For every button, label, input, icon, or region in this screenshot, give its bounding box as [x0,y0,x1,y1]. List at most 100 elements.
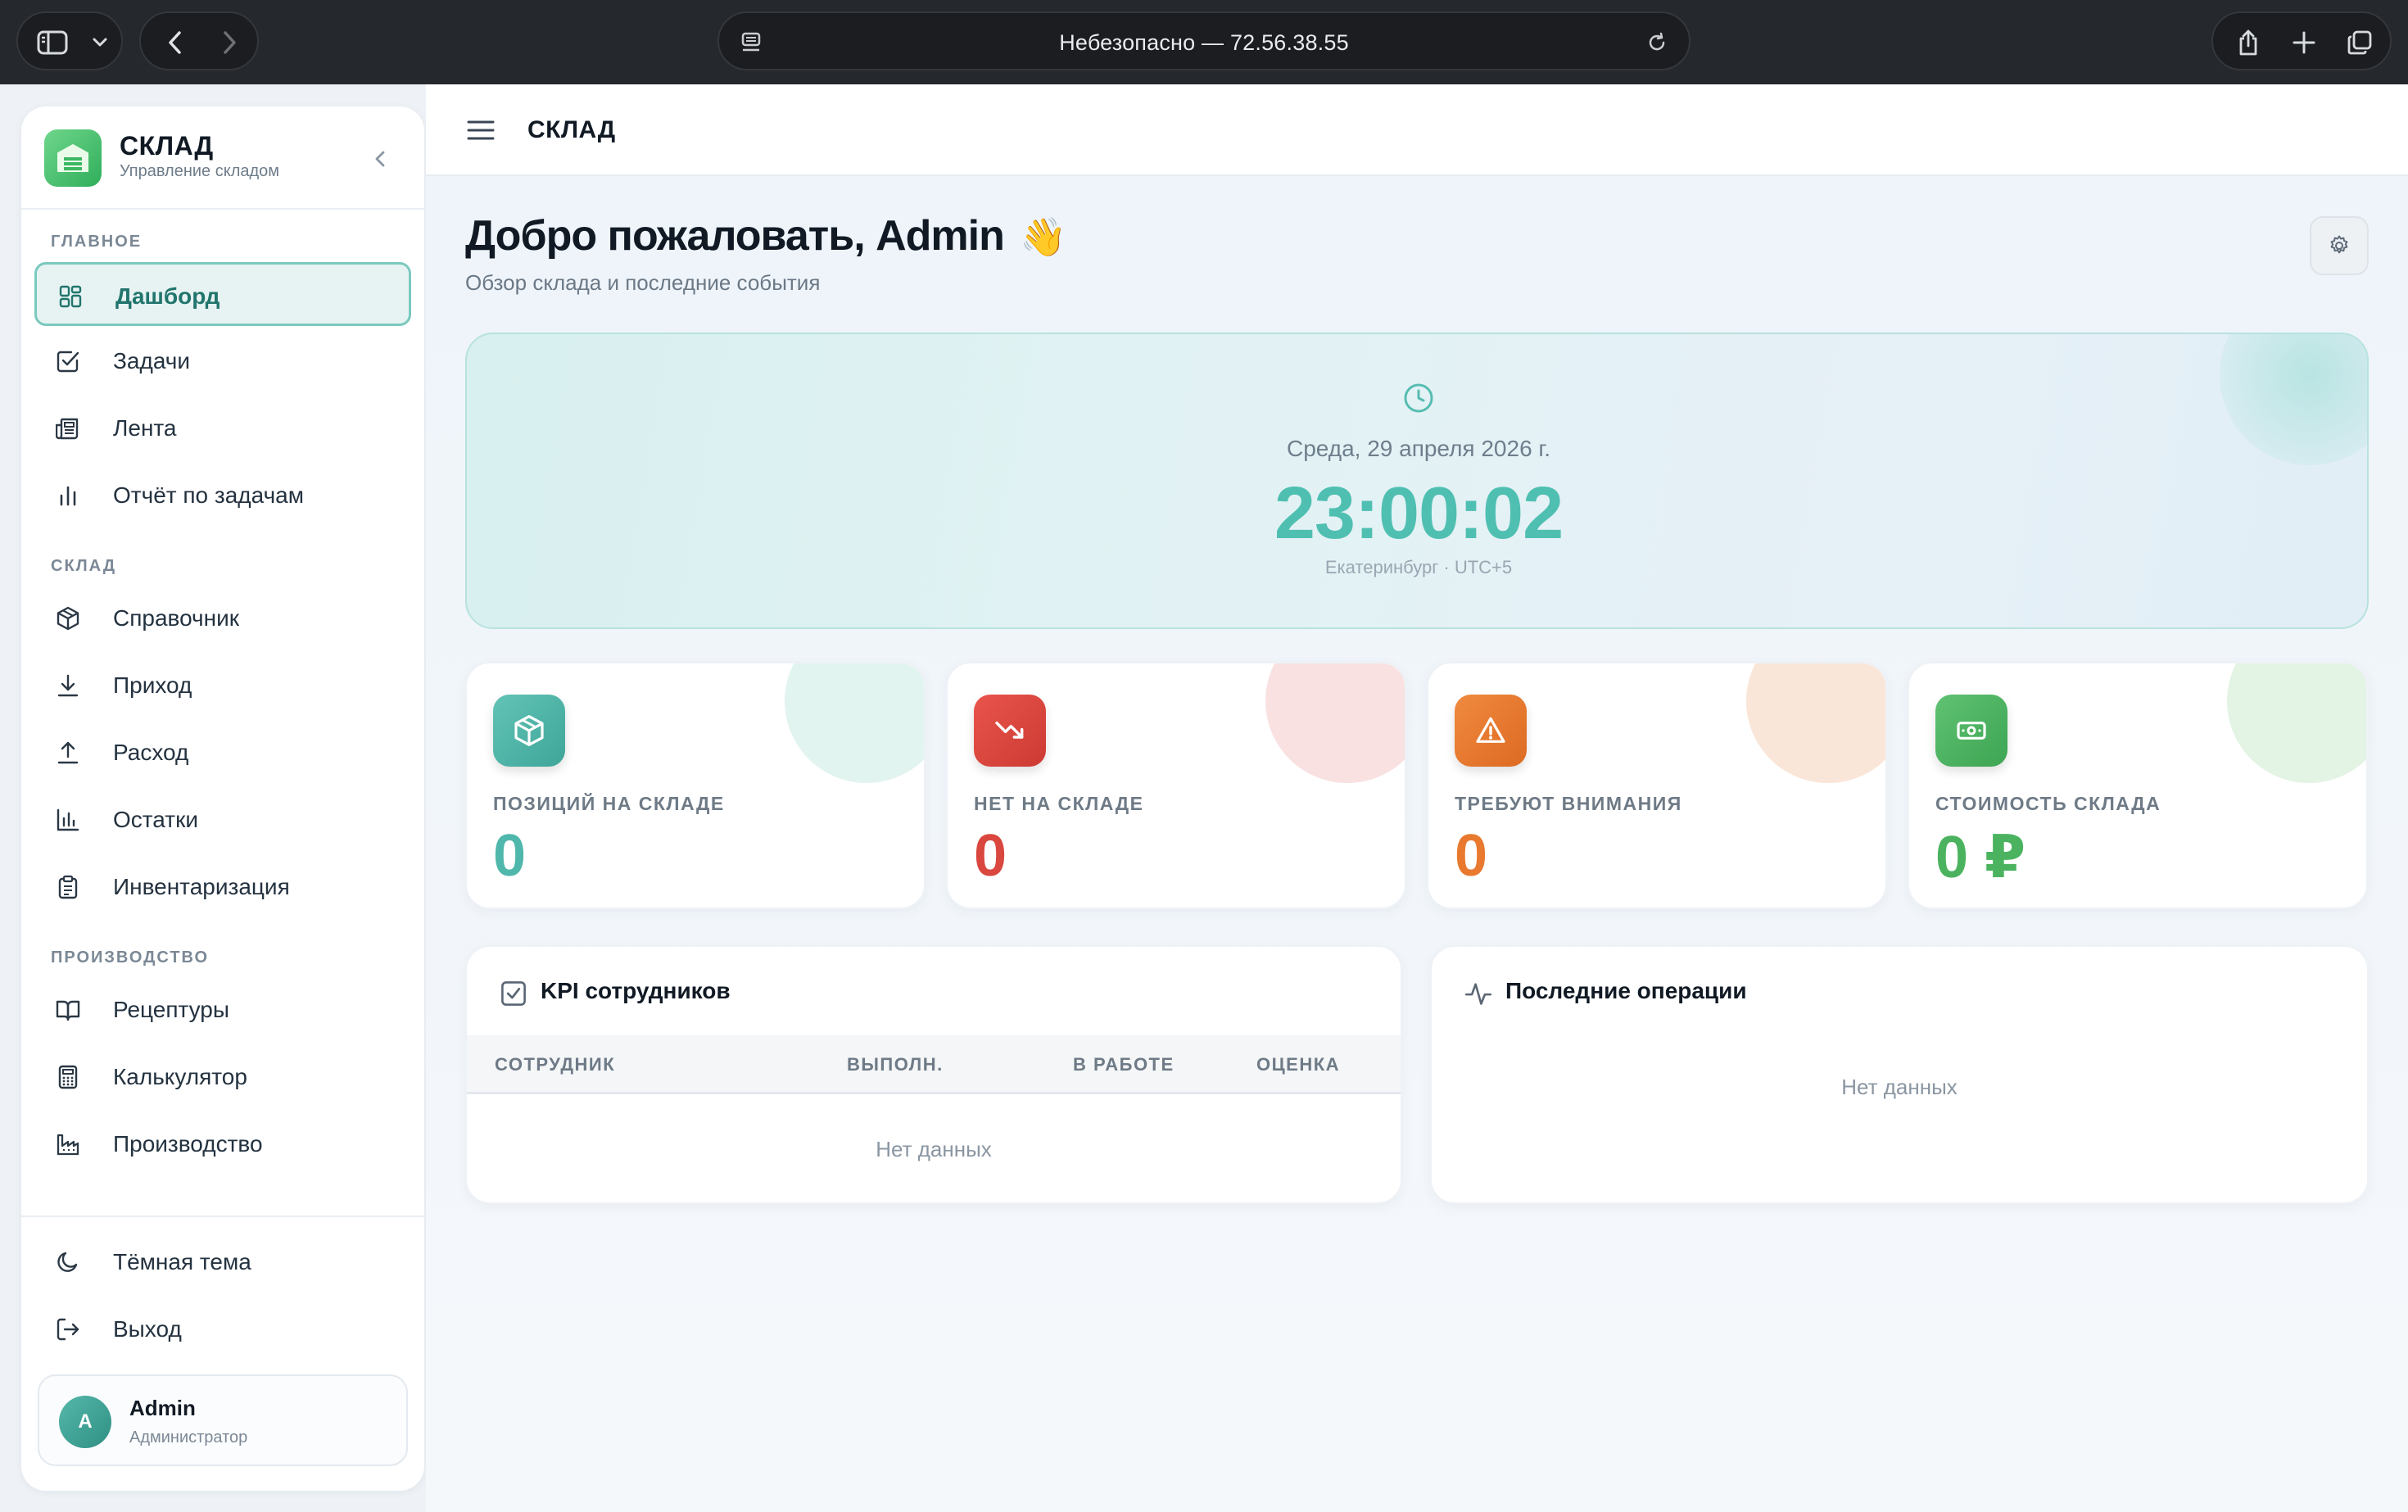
sidebar-item-tasks[interactable]: Задачи [34,329,411,393]
tabs-overview-icon[interactable] [2333,13,2387,72]
page-subtitle: Обзор склада и последние события [465,270,821,295]
clock-icon [1404,383,1433,413]
section-title-warehouse: СКЛАД [51,557,117,575]
operations-empty-state: Нет данных [1841,1075,1958,1099]
clock-timezone: Екатеринбург · UTC+5 [1324,557,1513,577]
sidebar-item-label: Калькулятор [113,1064,247,1089]
sidebar-item-label: Инвентаризация [113,874,290,899]
stat-card-stock-value[interactable]: СТОИМОСТЬ СКЛАДА 0 ₽ [1908,662,2368,909]
checkbox-icon [57,351,79,373]
stat-card-positions[interactable]: ПОЗИЦИЙ НА СКЛАДЕ 0 [465,662,926,909]
right-button-group [2211,11,2392,70]
sidebar-item-income[interactable]: Приход [34,654,411,718]
avatar: A [59,1396,111,1448]
bar-chart-icon [57,808,79,831]
topbar-title: СКЛАД [527,116,616,143]
sidebar-item-inventory[interactable]: Инвентаризация [34,855,411,919]
section-title-main: ГЛАВНОЕ [51,233,143,251]
stat-label: СТОИМОСТЬ СКЛАДА [1935,793,2161,814]
column-header-employee[interactable]: СОТРУДНИК [495,1035,615,1094]
checkbox-icon [501,981,526,1006]
sidebar-item-label: Расход [113,740,189,765]
sidebar-item-label: Остатки [113,807,198,832]
browser-toolbar: Небезопасно — 72.56.38.55 [0,0,2408,84]
decorative-blob [1265,663,1405,783]
reload-icon[interactable] [1636,13,1677,72]
decorative-blob [785,663,924,783]
brand-name: СКЛАД [120,131,214,161]
gear-icon [2330,235,2348,254]
banknote-icon [1935,695,2007,767]
stat-label: ТРЕБУЮТ ВНИМАНИЯ [1455,793,1682,814]
stat-value: 0 ₽ [1935,825,2026,890]
sidebar-item-recipes[interactable]: Рецептуры [34,978,411,1042]
dashboard-icon [59,285,82,308]
chevron-down-icon[interactable] [84,13,116,72]
warehouse-logo-icon [44,129,102,187]
newspaper-icon [56,418,79,440]
sidebar-item-label: Выход [113,1316,182,1342]
logout-button[interactable]: Выход [34,1297,411,1361]
brand-subtitle: Управление складом [120,162,280,180]
sidebar-toggle-icon[interactable] [28,13,77,72]
waving-hand-emoji: 👋 [1020,215,1066,258]
kpi-panel: KPI сотрудников СОТРУДНИК ВЫПОЛН. В РАБО… [465,945,1402,1204]
nav-button-group [139,11,259,70]
cube-icon [493,695,565,767]
decorative-blob [2227,663,2366,783]
top-bar: СКЛАД [426,84,2408,176]
address-bar[interactable]: Небезопасно — 72.56.38.55 [717,11,1691,70]
sidebar-item-catalog[interactable]: Справочник [34,586,411,650]
sidebar-item-calculator[interactable]: Калькулятор [34,1045,411,1109]
clipboard-icon [58,875,78,899]
column-header-score[interactable]: ОЦЕНКА [1256,1035,1340,1094]
page-title-text: Добро пожаловать, Admin [465,212,1005,260]
stat-label: НЕТ НА СКЛАДЕ [974,793,1144,814]
calculator-icon [58,1065,78,1089]
bar-chart-icon [60,486,76,506]
sidebar-item-label: Справочник [113,605,239,631]
sidebar-item-feed[interactable]: Лента [34,396,411,460]
column-header-in-progress[interactable]: В РАБОТЕ [1073,1035,1175,1094]
moon-icon [57,1252,78,1272]
sidebar: СКЛАД Управление складом ГЛАВНОЕ Дашборд… [21,106,424,1491]
sidebar-item-label: Тёмная тема [113,1249,251,1274]
back-icon[interactable] [152,13,198,72]
column-header-done[interactable]: ВЫПОЛН. [847,1035,944,1094]
stat-card-attention[interactable]: ТРЕБУЮТ ВНИМАНИЯ 0 [1427,662,1887,909]
user-role: Администратор [129,1428,248,1446]
user-name: Admin [129,1396,196,1420]
sidebar-item-task-report[interactable]: Отчёт по задачам [34,464,411,527]
new-tab-icon[interactable] [2277,13,2331,72]
logout-icon [57,1318,79,1341]
sidebar-item-label: Рецептуры [113,997,229,1022]
arrow-up-icon [57,741,79,764]
factory-icon [57,1134,79,1156]
sidebar-item-stock[interactable]: Остатки [34,788,411,852]
sidebar-item-label: Производство [113,1131,263,1157]
url-text: Небезопасно — 72.56.38.55 [1059,29,1349,55]
settings-button[interactable] [2310,216,2369,275]
cube-icon [57,606,79,631]
dark-theme-toggle[interactable]: Тёмная тема [34,1230,411,1294]
sidebar-item-label: Лента [113,415,177,441]
share-icon[interactable] [2221,13,2275,72]
sidebar-item-label: Отчёт по задачам [113,482,304,508]
collapse-sidebar-icon[interactable] [364,143,396,175]
clock-banner: Среда, 29 апреля 2026 г. 23:00:02 Екатер… [465,333,2369,629]
sidebar-item-label: Дашборд [115,283,220,309]
forward-icon[interactable] [206,13,252,72]
warning-icon [1455,695,1527,767]
user-profile-card[interactable]: A Admin Администратор [38,1374,408,1466]
sidebar-item-production[interactable]: Производство [34,1112,411,1176]
book-icon [56,1000,80,1021]
sidebar-item-dashboard[interactable]: Дашборд [34,262,411,326]
hamburger-menu-icon[interactable] [465,115,496,145]
section-title-production: ПРОИЗВОДСТВО [51,948,210,967]
clock-time: 23:00:02 [1274,473,1564,555]
kpi-table-header: СОТРУДНИК ВЫПОЛН. В РАБОТЕ ОЦЕНКА [467,1035,1401,1094]
sidebar-item-outcome[interactable]: Расход [34,721,411,785]
page-title: Добро пожаловать, Admin 👋 [465,211,1067,260]
kpi-empty-state: Нет данных [876,1137,992,1161]
stat-card-out-of-stock[interactable]: НЕТ НА СКЛАДЕ 0 [946,662,1406,909]
